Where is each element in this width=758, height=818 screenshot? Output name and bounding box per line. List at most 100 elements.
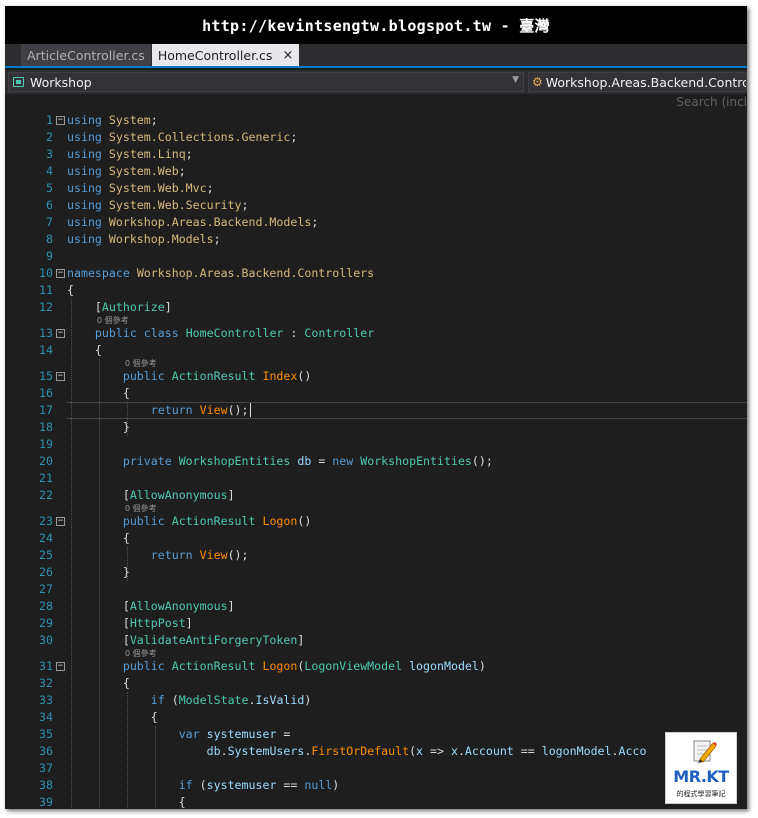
code-line[interactable]: 12 [Authorize] — [5, 299, 747, 316]
code-line[interactable]: 9 — [5, 248, 747, 265]
code-text: } — [67, 564, 130, 581]
code-text: db.SystemUsers.FirstOrDefault(x => x.Acc… — [67, 743, 647, 760]
code-line[interactable]: 25 return View(); — [5, 547, 747, 564]
line-number: 18 — [39, 420, 53, 434]
line-number: 2 — [46, 130, 53, 144]
code-line[interactable]: 34 { — [5, 709, 747, 726]
code-line[interactable]: 11 { — [5, 282, 747, 299]
line-number: 22 — [39, 488, 53, 502]
code-line[interactable]: 39 { — [5, 794, 747, 809]
code-line[interactable]: 1− using System; — [5, 112, 747, 129]
code-token: . — [457, 744, 465, 758]
code-line[interactable]: 35 var systemuser = — [5, 726, 747, 743]
code-line[interactable]: 32 { — [5, 675, 747, 692]
line-number: 11 — [39, 283, 53, 297]
code-line[interactable]: 36 db.SystemUsers.FirstOrDefault(x => x.… — [5, 743, 747, 760]
class-icon: ⚙ — [532, 75, 543, 89]
code-token: ActionResult — [171, 659, 256, 673]
code-text: [AllowAnonymous] — [67, 598, 235, 615]
code-line[interactable]: 30 [ValidateAntiForgeryToken] — [5, 632, 747, 649]
line-number: 7 — [46, 215, 53, 229]
code-token: using — [67, 147, 102, 161]
code-token: private — [122, 454, 172, 468]
code-line[interactable]: 3 using System.Linq; — [5, 146, 747, 163]
code-token: systemuser — [206, 778, 277, 792]
code-line[interactable]: 22 [AllowAnonymous] — [5, 487, 747, 504]
code-token: systemuser — [206, 727, 277, 741]
code-line[interactable]: 29 [HttpPost] — [5, 615, 747, 632]
project-dropdown[interactable]: Workshop ▼ — [8, 72, 524, 92]
tab-article-controller[interactable]: ArticleController.cs — [21, 44, 152, 66]
code-text: using Workshop.Models; — [67, 231, 221, 248]
code-text: } — [67, 419, 130, 436]
collapse-toggle-icon[interactable]: − — [56, 517, 65, 526]
code-token: ) — [332, 778, 340, 792]
code-text: var systemuser = — [67, 726, 291, 743]
collapse-toggle-icon[interactable]: − — [56, 329, 65, 338]
collapse-toggle-icon[interactable]: − — [56, 662, 65, 671]
code-line[interactable]: 16 { — [5, 385, 747, 402]
code-token: namespace — [67, 266, 130, 280]
code-line[interactable]: 33 if (ModelState.IsValid) — [5, 692, 747, 709]
code-token: { — [67, 283, 74, 297]
code-line[interactable]: 21 — [5, 470, 747, 487]
code-line[interactable]: 17 return View(); — [5, 402, 747, 419]
code-line[interactable]: 27 — [5, 581, 747, 598]
code-token: WorkshopEntities — [360, 454, 472, 468]
project-name: Workshop — [30, 74, 92, 90]
code-line[interactable]: 23− public ActionResult Logon() — [5, 513, 747, 530]
code-line[interactable]: 6 using System.Web.Security; — [5, 197, 747, 214]
code-line[interactable]: 4 using System.Web; — [5, 163, 747, 180]
code-token: ( — [409, 744, 417, 758]
mrkt-logo: MR.KT 的程式學習筆記 — [665, 732, 737, 804]
collapse-toggle-icon[interactable]: − — [56, 269, 65, 278]
notebook-pencil-icon — [693, 740, 717, 763]
line-number: 39 — [39, 795, 53, 809]
code-token: System.Web — [108, 164, 179, 178]
tab-home-controller[interactable]: HomeController.cs × — [151, 44, 301, 66]
code-line[interactable]: 8 using Workshop.Models; — [5, 231, 747, 248]
code-line[interactable]: 10− namespace Workshop.Areas.Backend.Cont… — [5, 265, 747, 282]
collapse-toggle-icon[interactable]: − — [56, 116, 65, 125]
line-number: 19 — [39, 437, 53, 451]
code-line[interactable]: 19 — [5, 436, 747, 453]
code-text: if (systemuser == null) — [67, 777, 340, 794]
code-text: using System.Collections.Generic; — [67, 129, 297, 146]
code-token: class — [143, 326, 179, 340]
logo-tagline: 的程式學習筆記 — [676, 790, 726, 798]
code-token: db — [297, 454, 312, 468]
code-token: logonModel — [409, 659, 479, 673]
class-dropdown[interactable]: ⚙ Workshop.Areas.Backend.Controllers.Hom… — [528, 72, 747, 92]
code-token: System — [108, 113, 151, 127]
code-line[interactable]: 24 { — [5, 530, 747, 547]
code-line[interactable]: 18 } — [5, 419, 747, 436]
close-icon[interactable]: × — [282, 48, 293, 63]
code-token: View — [199, 548, 228, 562]
line-number: 15 — [39, 369, 53, 383]
code-token: AllowAnonymous — [129, 488, 228, 502]
code-line[interactable]: 28 [AllowAnonymous] — [5, 598, 747, 615]
code-line[interactable]: 14 { — [5, 342, 747, 359]
line-number: 3 — [46, 147, 53, 161]
code-line[interactable]: 7 using Workshop.Areas.Backend.Models; — [5, 214, 747, 231]
code-line[interactable]: 37 — [5, 760, 747, 777]
collapse-toggle-icon[interactable]: − — [56, 372, 65, 381]
line-number: 34 — [39, 710, 53, 724]
code-editor[interactable]: 1− using System; 2 using System.Collections… — [5, 106, 747, 809]
code-token: ActionResult — [171, 514, 256, 528]
code-line[interactable]: 2 using System.Collections.Generic; — [5, 129, 747, 146]
code-line[interactable]: 20 private WorkshopEntities db = new Wor… — [5, 453, 747, 470]
code-line[interactable]: 5 using System.Web.Mvc; — [5, 180, 747, 197]
code-line[interactable]: 13− public class HomeController : Contro… — [5, 325, 747, 342]
code-token: public — [94, 326, 137, 340]
code-line[interactable]: 31− public ActionResult Logon(LogonViewM… — [5, 658, 747, 675]
code-line[interactable]: 26 } — [5, 564, 747, 581]
code-line[interactable]: 38 if (systemuser == null) — [5, 777, 747, 794]
code-token: x — [416, 744, 424, 758]
code-line[interactable]: 15− public ActionResult Index() — [5, 368, 747, 385]
